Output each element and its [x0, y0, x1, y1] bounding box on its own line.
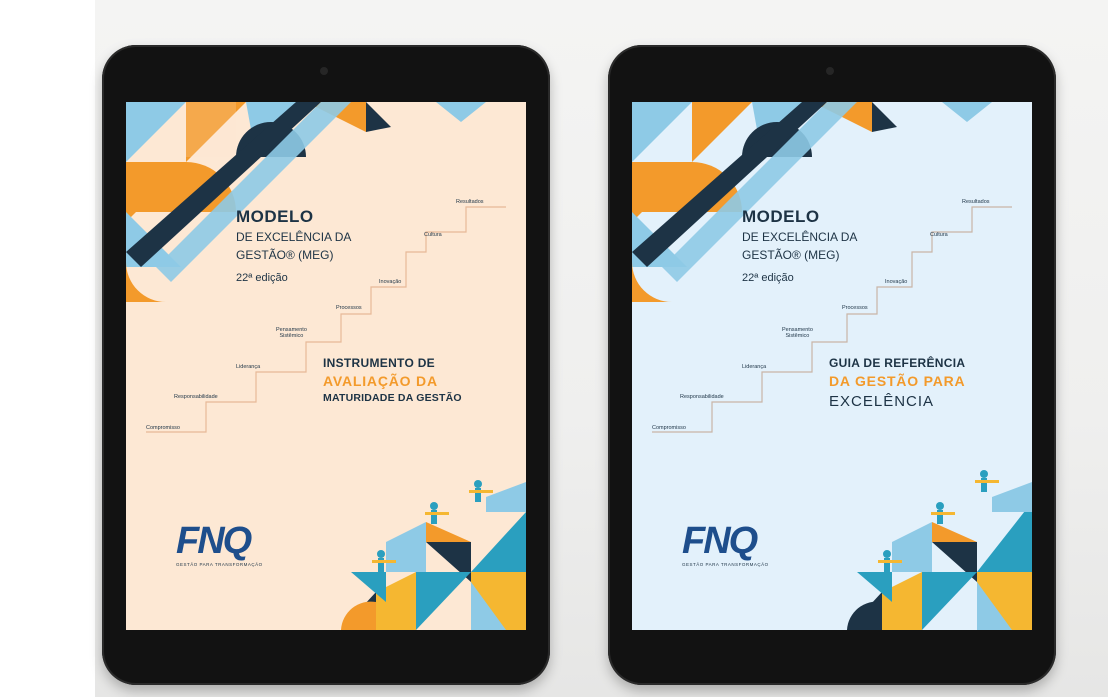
cover-subtitle-line2: GESTÃO® (MEG) [742, 248, 840, 262]
cover-heading-line2: AVALIAÇÃO DA [323, 373, 438, 389]
stair-label-processos: Processos [336, 305, 362, 311]
stair-label-cultura: Cultura [424, 232, 442, 238]
cover-subtitle-line1: DE EXCELÊNCIA DA [236, 230, 352, 244]
cover-edition: 22ª edição [236, 272, 288, 284]
cover-edition: 22ª edição [742, 272, 794, 284]
book-cover-guia: MODELO DE EXCELÊNCIA DA GESTÃO® (MEG) 22… [632, 102, 1032, 630]
stair-label-cultura: Cultura [930, 232, 948, 238]
stair-label-compromisso: Compromisso [146, 425, 180, 431]
cover-subtitle-line1: DE EXCELÊNCIA DA [742, 230, 858, 244]
camera-icon [826, 67, 834, 75]
stair-label-processos: Processos [842, 305, 868, 311]
tablet-right: MODELO DE EXCELÊNCIA DA GESTÃO® (MEG) 22… [608, 45, 1056, 685]
cover-heading-line2: DA GESTÃO PARA [829, 373, 966, 389]
stair-label-pensamento: Pensamento Sistêmico [782, 327, 813, 339]
book-cover-instrumento: MODELO DE EXCELÊNCIA DA GESTÃO® (MEG) 22… [126, 102, 526, 630]
fnq-logo: FNQ GESTÃO PARA TRANSFORMAÇÃO [682, 520, 769, 567]
stair-label-resultados: Resultados [456, 199, 484, 205]
tablet-left: MODELO DE EXCELÊNCIA DA GESTÃO® (MEG) 22… [102, 45, 550, 685]
stair-label-responsabilidade: Responsabilidade [680, 394, 724, 400]
stair-label-inovacao: Inovação [379, 279, 402, 285]
stair-label-lideranca: Liderança [236, 364, 261, 370]
cover-heading-line3: MATURIDADE DA GESTÃO [323, 392, 462, 404]
cover-heading-line3: EXCELÊNCIA [829, 393, 935, 410]
cover-title: MODELO [742, 207, 820, 226]
stair-label-inovacao: Inovação [885, 279, 908, 285]
cover-heading-line1: GUIA DE REFERÊNCIA [829, 356, 966, 370]
camera-icon [320, 67, 328, 75]
stair-label-lideranca: Liderança [742, 364, 767, 370]
cover-title: MODELO [236, 207, 314, 226]
stair-label-responsabilidade: Responsabilidade [174, 394, 218, 400]
cover-heading-line1: INSTRUMENTO DE [323, 356, 435, 370]
stair-label-compromisso: Compromisso [652, 425, 686, 431]
cover-subtitle-line2: GESTÃO® (MEG) [236, 248, 334, 262]
fnq-logo: FNQ GESTÃO PARA TRANSFORMAÇÃO [176, 520, 263, 567]
stair-label-resultados: Resultados [962, 199, 990, 205]
stair-label-pensamento: Pensamento Sistêmico [276, 327, 307, 339]
